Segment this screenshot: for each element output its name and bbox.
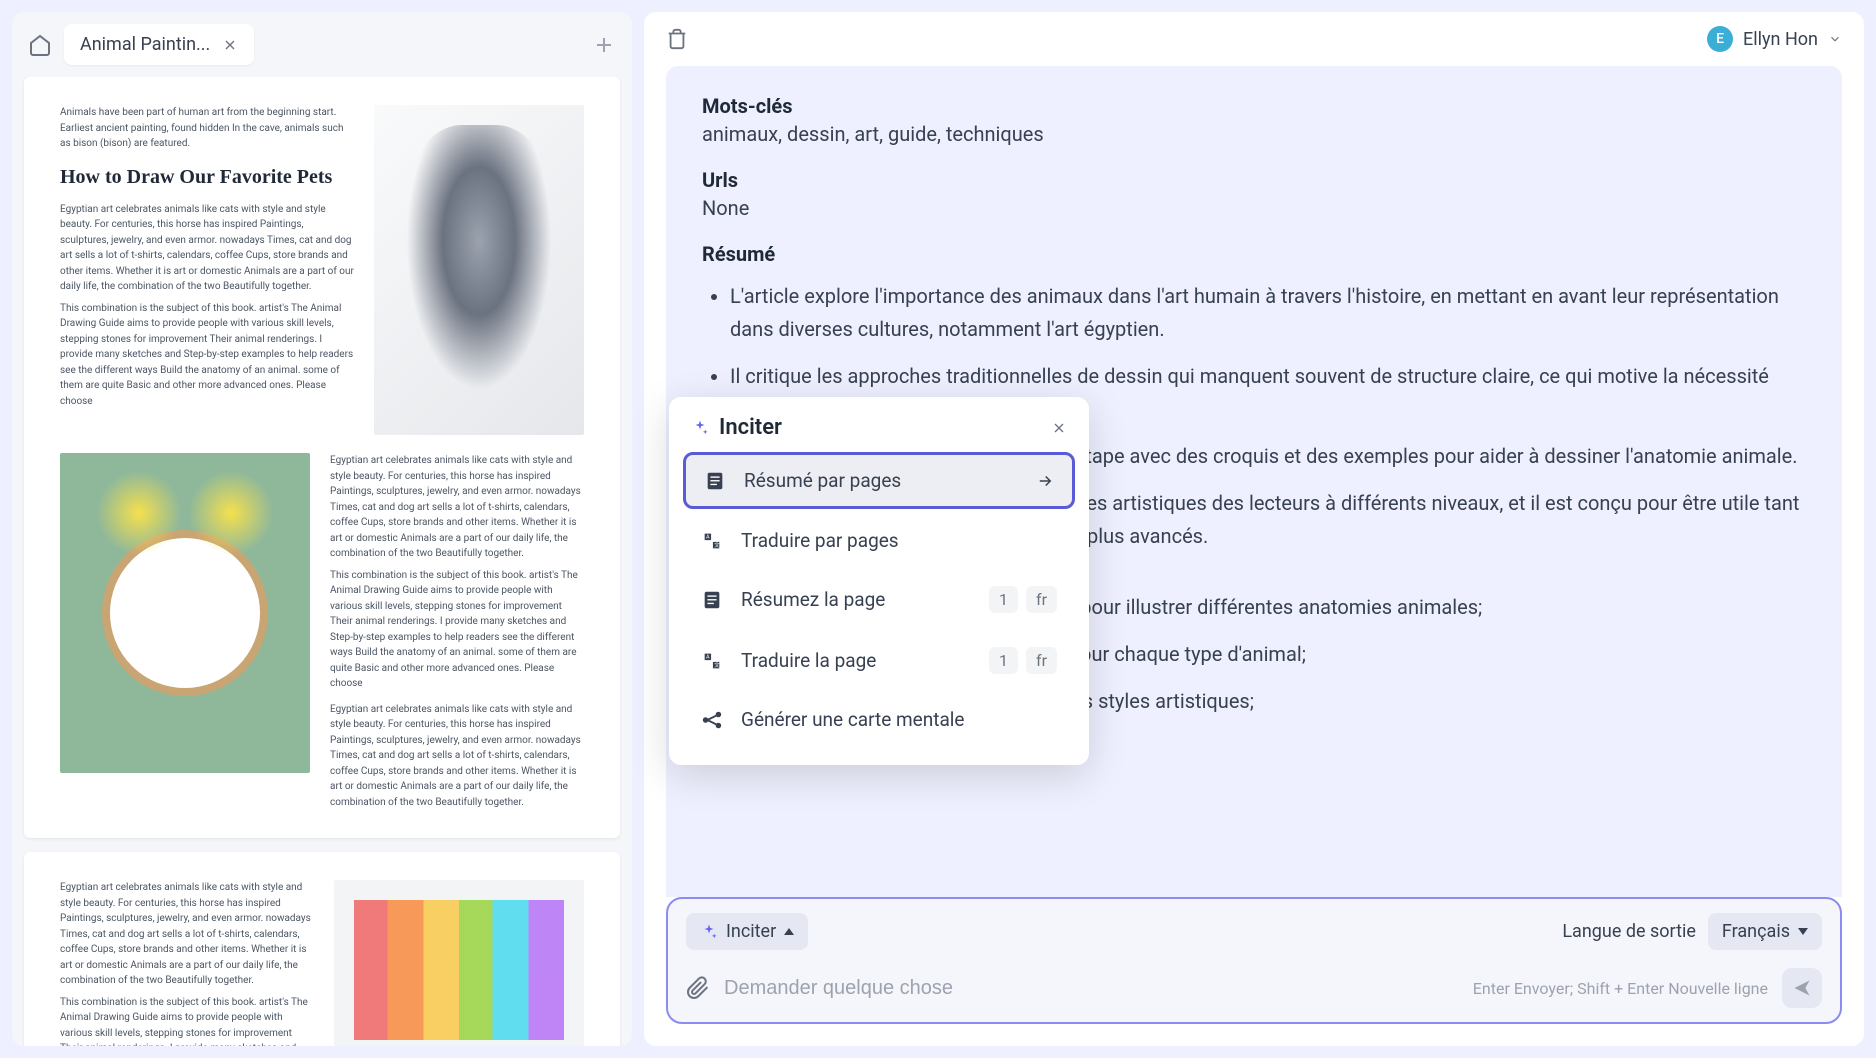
keywords-value: animaux, dessin, art, guide, techniques	[702, 122, 1806, 146]
page-badge: 1	[989, 586, 1018, 613]
page-2-para-2: This combination is the subject of this …	[60, 995, 314, 1047]
page-2-illustration-watercolors	[334, 880, 584, 1046]
page-2: Egyptian art celebrates animals like cat…	[24, 852, 620, 1046]
page-1-text-col-2: Egyptian art celebrates animals like cat…	[330, 453, 584, 810]
page-2-para-1: Egyptian art celebrates animals like cat…	[60, 880, 314, 989]
chat-input-controls: Inciter Langue de sortie Français	[686, 913, 1822, 950]
popup-close-icon[interactable]	[1051, 420, 1067, 436]
popup-item-label: Résumé par pages	[744, 469, 901, 492]
popup-item-badges: 1 fr	[989, 647, 1057, 674]
page-para-2: This combination is the subject of this …	[60, 301, 354, 410]
inciter-popup: Inciter Résumé par pages A文 Traduire par…	[669, 397, 1089, 765]
translate-icon: A文	[701, 530, 723, 552]
page-badge: 1	[989, 647, 1018, 674]
urls-label: Urls	[702, 168, 1806, 192]
send-button[interactable]	[1782, 968, 1822, 1008]
keywords-label: Mots-clés	[702, 94, 1806, 118]
svg-text:A: A	[706, 654, 710, 660]
sparkle-icon	[700, 923, 718, 941]
sparkle-icon	[691, 419, 709, 437]
popup-item-traduire-par-pages[interactable]: A文 Traduire par pages	[683, 515, 1075, 566]
chat-text-input[interactable]	[724, 977, 1459, 1000]
popup-title: Inciter	[719, 415, 782, 440]
svg-text:A: A	[706, 534, 710, 540]
page-para-3: Egyptian art celebrates animals like cat…	[330, 453, 584, 562]
arrow-right-icon	[1036, 472, 1054, 490]
document-icon	[701, 589, 723, 611]
popup-item-resumez-la-page[interactable]: Résumez la page 1 fr	[683, 572, 1075, 627]
output-language-select[interactable]: Français	[1708, 913, 1822, 950]
home-icon[interactable]	[28, 33, 52, 57]
page-1-illustration-embroidery	[60, 453, 310, 773]
page-heading: How to Draw Our Favorite Pets	[60, 164, 354, 190]
attachment-icon[interactable]	[686, 976, 710, 1000]
page-para-5: Egyptian art celebrates animals like cat…	[330, 702, 584, 811]
page-2-text-col: Egyptian art celebrates animals like cat…	[60, 880, 314, 1046]
svg-text:文: 文	[714, 540, 720, 548]
document-preview-scroll[interactable]: Animals have been part of human art from…	[12, 77, 632, 1046]
popup-item-label: Traduire la page	[741, 649, 876, 672]
popup-item-label: Générer une carte mentale	[741, 708, 965, 731]
chat-hint: Enter Envoyer; Shift + Enter Nouvelle li…	[1473, 979, 1768, 998]
tab-bar: Animal Paintin...	[12, 12, 632, 77]
user-menu[interactable]: E Ellyn Hon	[1707, 26, 1842, 52]
popup-item-badges: 1 fr	[989, 586, 1057, 613]
top-bar: E Ellyn Hon	[644, 12, 1864, 66]
lang-badge: fr	[1026, 647, 1057, 674]
trash-icon[interactable]	[666, 28, 688, 50]
user-name: Ellyn Hon	[1743, 29, 1818, 50]
output-language-value: Français	[1722, 921, 1790, 942]
page-para-4: This combination is the subject of this …	[330, 568, 584, 692]
page-1: Animals have been part of human art from…	[24, 77, 620, 838]
popup-item-label: Traduire par pages	[741, 529, 899, 552]
translate-icon: A文	[701, 650, 723, 672]
page-1-illustration-dog	[374, 105, 584, 435]
send-icon	[1792, 978, 1812, 998]
tab-title: Animal Paintin...	[80, 34, 210, 55]
triangle-down-icon	[1798, 928, 1808, 935]
chevron-down-icon	[1828, 32, 1842, 46]
svg-text:文: 文	[714, 660, 720, 668]
popup-header: Inciter	[683, 415, 1075, 452]
page-1-text-col: Animals have been part of human art from…	[60, 105, 354, 435]
summary-item: L'article explore l'importance des anima…	[730, 280, 1806, 346]
popup-item-resume-par-pages[interactable]: Résumé par pages	[683, 452, 1075, 509]
avatar: E	[1707, 26, 1733, 52]
page-intro: Animals have been part of human art from…	[60, 105, 354, 152]
page-para-1: Egyptian art celebrates animals like cat…	[60, 202, 354, 295]
add-tab-icon[interactable]	[592, 33, 616, 57]
inciter-label: Inciter	[726, 921, 776, 942]
mindmap-icon	[701, 709, 723, 731]
popup-item-generer-carte-mentale[interactable]: Générer une carte mentale	[683, 694, 1075, 745]
chat-input-container: Inciter Langue de sortie Français Enter …	[666, 897, 1842, 1024]
close-tab-icon[interactable]	[222, 37, 238, 53]
chat-input-row: Enter Envoyer; Shift + Enter Nouvelle li…	[686, 968, 1822, 1008]
document-panel: Animal Paintin... Animals have been part…	[12, 12, 632, 1046]
lang-badge: fr	[1026, 586, 1057, 613]
output-language-label: Langue de sortie	[1562, 921, 1696, 942]
popup-item-traduire-la-page[interactable]: A文 Traduire la page 1 fr	[683, 633, 1075, 688]
urls-value: None	[702, 196, 1806, 220]
document-icon	[704, 470, 726, 492]
resume-label: Résumé	[702, 242, 1806, 266]
document-tab[interactable]: Animal Paintin...	[64, 24, 254, 65]
inciter-dropdown-trigger[interactable]: Inciter	[686, 913, 808, 950]
popup-item-label: Résumez la page	[741, 588, 885, 611]
triangle-up-icon	[784, 928, 794, 935]
